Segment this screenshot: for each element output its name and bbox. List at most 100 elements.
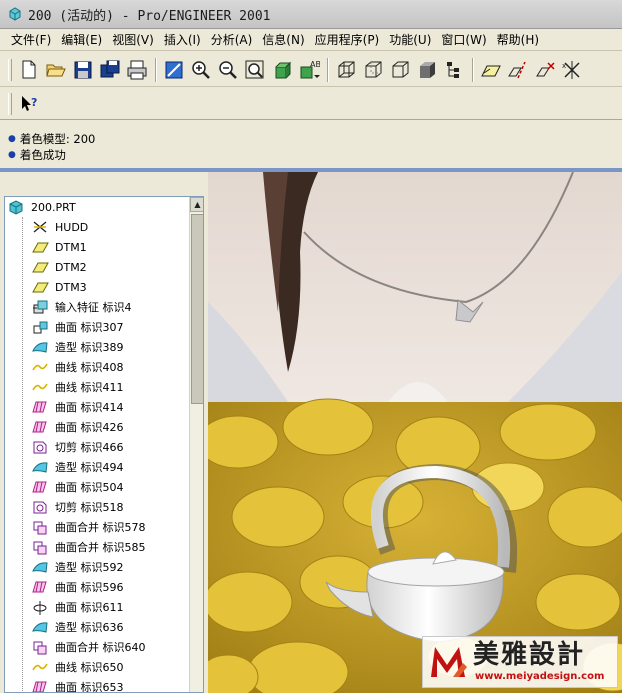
- hidden-line-button[interactable]: [360, 57, 386, 83]
- tree-item[interactable]: DTM2: [31, 257, 87, 277]
- model-tree-button[interactable]: [441, 57, 467, 83]
- context-help-button[interactable]: ?: [16, 91, 42, 117]
- tree-item[interactable]: 切剪 标识466: [31, 437, 124, 457]
- menu-item[interactable]: 分析(A): [206, 30, 258, 50]
- menu-bar: 文件(F) 编辑(E) 视图(V) 插入(I) 分析(A) 信息(N) 应用程序(P) 功能(…: [0, 29, 622, 51]
- tree-item[interactable]: 曲线 标识411: [31, 377, 124, 397]
- menu-item[interactable]: 帮助(H): [492, 30, 544, 50]
- save-copy-button[interactable]: [97, 57, 123, 83]
- graphics-window[interactable]: [208, 172, 622, 693]
- menu-item[interactable]: 功能(U): [384, 30, 436, 50]
- toolbar-grip[interactable]: [8, 58, 12, 81]
- tree-item-label: 曲线 标识411: [55, 381, 124, 394]
- save-button[interactable]: [70, 57, 96, 83]
- tree-item[interactable]: 曲面合并 标识585: [31, 537, 146, 557]
- saved-views-button[interactable]: AB: [296, 57, 322, 83]
- tree-item[interactable]: 曲面 标识504: [31, 477, 124, 497]
- tree-item-label: HUDD: [55, 220, 89, 234]
- zoom-in-icon: [192, 60, 210, 79]
- tree-item[interactable]: 造型 标识636: [31, 617, 124, 637]
- tree-item[interactable]: 曲面合并 标识578: [31, 517, 146, 537]
- redraw-button[interactable]: [161, 57, 187, 83]
- tree-item[interactable]: HUDD: [31, 217, 88, 237]
- menu-item[interactable]: 窗口(W): [436, 30, 491, 50]
- toolbar-separator: [155, 57, 157, 82]
- tree-item[interactable]: 曲面 标识414: [31, 397, 124, 417]
- tree-item[interactable]: 输入特征 标识4: [31, 297, 132, 317]
- revolve-surface-icon: [31, 599, 49, 615]
- tree-item-label: 曲面合并 标识578: [55, 521, 146, 534]
- tree-item-label: 曲面 标识596: [55, 581, 124, 594]
- boundary-surface-icon: [31, 579, 49, 595]
- shading-icon: [420, 61, 435, 78]
- datum-plane-icon: [31, 259, 49, 275]
- open-folder-button[interactable]: [43, 57, 69, 83]
- datum-plane-icon: [31, 239, 49, 255]
- tree-item[interactable]: 曲线 标识408: [31, 357, 124, 377]
- tree-item[interactable]: 曲面 标识653: [31, 677, 124, 692]
- import-feature-icon: [31, 299, 49, 315]
- tree-item[interactable]: 造型 标识592: [31, 557, 124, 577]
- watermark-url: www.meiyadesign.com: [475, 671, 605, 682]
- zoom-fit-button[interactable]: [242, 57, 268, 83]
- menu-item[interactable]: 文件(F): [6, 30, 56, 50]
- coordinate-system-button[interactable]: x: [559, 57, 585, 83]
- tree-item[interactable]: 曲线 标识650: [31, 657, 124, 677]
- boundary-surface-icon: [31, 419, 49, 435]
- tree-item[interactable]: DTM3: [31, 277, 87, 297]
- datum-axis-button[interactable]: [505, 57, 531, 83]
- scroll-up-arrow-icon[interactable]: ▲: [190, 197, 203, 212]
- no-hidden-icon: [392, 61, 409, 77]
- toolbar-grip[interactable]: [8, 92, 12, 115]
- menu-item[interactable]: 视图(V): [107, 30, 159, 50]
- message-text: 着色成功: [19, 148, 66, 162]
- coordinate-system-icon: [31, 219, 49, 235]
- tree-item-label: 曲面 标识504: [55, 481, 124, 494]
- tree-item[interactable]: DTM1: [31, 237, 87, 257]
- wireframe-button[interactable]: [333, 57, 359, 83]
- no-hidden-button[interactable]: [387, 57, 413, 83]
- model-tree-icon: [447, 61, 459, 78]
- tree-item[interactable]: 曲面 标识426: [31, 417, 124, 437]
- new-file-button[interactable]: [16, 57, 42, 83]
- shading-button[interactable]: [414, 57, 440, 83]
- tree-item[interactable]: 曲面 标识596: [31, 577, 124, 597]
- zoom-out-button[interactable]: [215, 57, 241, 83]
- save-copy-icon: [100, 60, 120, 77]
- cut-icon: [31, 499, 49, 515]
- datum-point-button[interactable]: [532, 57, 558, 83]
- toolbar-separator: [472, 57, 474, 82]
- merge-icon: [31, 539, 49, 555]
- tree-item[interactable]: 切剪 标识518: [31, 497, 124, 517]
- tree-item-label: 造型 标识494: [55, 461, 124, 474]
- menu-item[interactable]: 插入(I): [159, 30, 206, 50]
- coordinate-system-icon: x: [562, 60, 580, 79]
- menu-item[interactable]: 编辑(E): [56, 30, 107, 50]
- tree-item[interactable]: 曲面 标识611: [31, 597, 124, 617]
- scroll-thumb[interactable]: [191, 214, 203, 404]
- zoom-in-button[interactable]: [188, 57, 214, 83]
- tree-item-label: 切剪 标识518: [55, 501, 124, 514]
- hidden-line-icon: [365, 61, 382, 77]
- tree-item-label: 曲面合并 标识585: [55, 541, 146, 554]
- menu-item[interactable]: 信息(N): [257, 30, 309, 50]
- datum-axis-icon: [508, 61, 526, 78]
- model-rendering: [208, 172, 622, 693]
- print-button[interactable]: [124, 57, 150, 83]
- save-icon: [74, 61, 92, 78]
- datum-plane-button[interactable]: [478, 57, 504, 83]
- menu-item[interactable]: 应用程序(P): [310, 30, 385, 50]
- tree-scrollbar[interactable]: ▲: [189, 197, 203, 692]
- tree-item[interactable]: 200.PRT: [7, 197, 76, 217]
- tree-item[interactable]: 曲面合并 标识640: [31, 637, 146, 657]
- tree-connector-line: [22, 217, 23, 692]
- message-line: ● 着色成功: [8, 147, 622, 163]
- message-bullet-icon: ●: [8, 134, 16, 144]
- style-icon: [31, 459, 49, 475]
- tree-item[interactable]: 造型 标识389: [31, 337, 124, 357]
- boundary-surface-icon: [31, 479, 49, 495]
- tree-item[interactable]: 曲面 标识307: [31, 317, 124, 337]
- zoom-fit-icon: [245, 60, 264, 78]
- tree-item[interactable]: 造型 标识494: [31, 457, 124, 477]
- spin-center-button[interactable]: [269, 57, 295, 83]
